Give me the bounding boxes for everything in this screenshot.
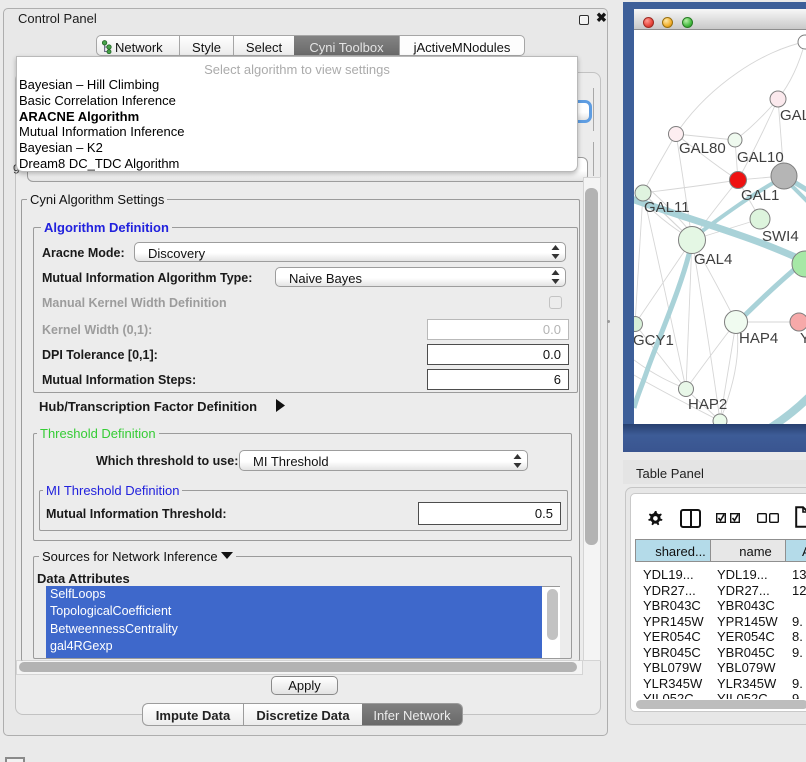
- svg-text:GAL4: GAL4: [694, 251, 732, 268]
- svg-text:HAP4: HAP4: [739, 330, 778, 347]
- svg-text:SWI4: SWI4: [762, 228, 799, 245]
- svg-text:GCY1: GCY1: [634, 332, 674, 349]
- svg-text:GAL7: GAL7: [780, 107, 806, 124]
- svg-text:GAL10: GAL10: [737, 149, 784, 166]
- svg-text:GAL11: GAL11: [644, 199, 690, 216]
- svg-text:GAL1: GAL1: [741, 187, 779, 204]
- svg-text:HAP2: HAP2: [688, 396, 727, 413]
- svg-text:YD: YD: [800, 330, 806, 347]
- svg-text:GAL80: GAL80: [679, 140, 726, 157]
